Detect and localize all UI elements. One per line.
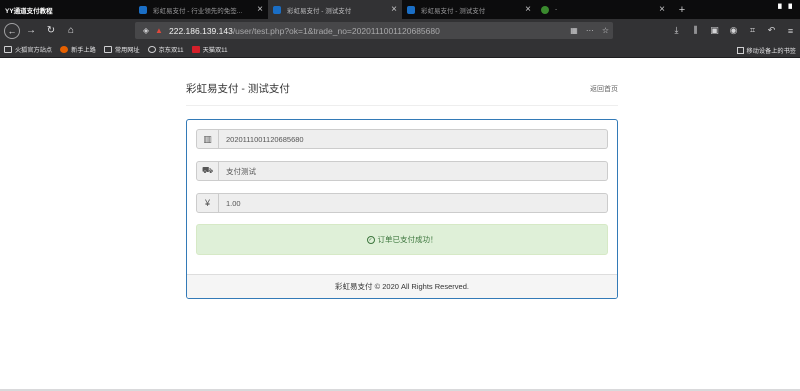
bookmark-label: 常用网址 <box>114 47 140 54</box>
firefox-icon <box>60 46 69 53</box>
tab-yy-tutorial[interactable]: YY通道支付教程 × <box>0 0 134 19</box>
toolbar-right-icons: ⤓ ⫼ ▣ ◉ ⌗ ↶ ≡ <box>667 19 800 42</box>
url-path: /user/test.php?ok=1&trade_no=20201110011… <box>232 25 440 36</box>
tab-blank[interactable]: - × <box>536 0 670 19</box>
folder-icon <box>736 46 744 54</box>
back-home-link[interactable]: 返回首页 <box>590 84 618 94</box>
account-icon[interactable]: ◉ <box>724 25 743 36</box>
tab-list-menu-icon[interactable]: ▘▝ <box>770 0 800 19</box>
tab-strip-spacer <box>694 0 770 19</box>
page-content: 彩虹易支付 - 测试支付 返回首页 ▥ 2020111001120685680 … <box>0 58 800 391</box>
page-actions-icon[interactable]: ··· <box>586 26 594 35</box>
site-favicon-icon <box>139 5 147 14</box>
tab-label: YY通道支付教程 <box>5 7 53 15</box>
close-icon[interactable]: × <box>391 4 397 15</box>
reload-icon[interactable]: ↻ <box>42 22 60 40</box>
site-favicon-icon <box>273 5 281 14</box>
bookmark-tmall-double11[interactable]: 天猫双11 <box>191 45 228 54</box>
trade-no-field[interactable]: 2020111001120685680 <box>219 129 608 149</box>
tab-label: 彩虹易支付 - 行业领先的免签... <box>153 7 243 15</box>
folder-icon <box>4 46 12 53</box>
payment-panel: ▥ 2020111001120685680 ⛟ 支付测试 ¥ 1.00 ✓ 订单… <box>186 119 618 299</box>
panel-footer: 彩虹易支付 © 2020 All Rights Reserved. <box>187 274 617 298</box>
page-header: 彩虹易支付 - 测试支付 返回首页 <box>186 76 618 106</box>
mobile-bookmarks-label: 移动设备上的书签 <box>746 47 797 55</box>
bookmark-label: 京东双11 <box>158 47 184 54</box>
barcode-icon: ▥ <box>196 129 219 149</box>
site-favicon-icon <box>541 5 549 14</box>
site-favicon-icon <box>407 5 415 14</box>
bookmark-common-sites[interactable]: 常用网址 <box>103 45 140 54</box>
bookmark-label: 新手上路 <box>71 47 96 54</box>
back-arrow-icon[interactable]: ← <box>4 22 20 39</box>
success-alert: ✓ 订单已支付成功！ <box>196 224 608 255</box>
close-icon[interactable]: × <box>525 4 531 15</box>
qr-code-icon[interactable]: ▦ <box>570 26 578 35</box>
shield-icon[interactable]: ◈ <box>139 26 153 35</box>
product-name-group: ⛟ 支付测试 <box>196 161 608 181</box>
tab-label: 彩虹易支付 - 测试支付 <box>421 7 486 15</box>
tab-rainbow-home[interactable]: 彩虹易支付 - 行业领先的免签... × <box>134 0 268 19</box>
url-text[interactable]: 222.186.139.143/user/test.php?ok=1&trade… <box>169 26 440 36</box>
page-title: 彩虹易支付 - 测试支付 <box>186 83 290 95</box>
forward-arrow-icon[interactable]: → <box>22 22 40 40</box>
address-bar[interactable]: ◈ ▲ 222.186.139.143/user/test.php?ok=1&t… <box>135 22 613 39</box>
globe-icon <box>147 46 156 53</box>
yen-icon: ¥ <box>196 193 219 213</box>
new-tab-button[interactable]: + <box>670 0 694 19</box>
shopping-cart-icon: ⛟ <box>196 161 219 181</box>
copyright-text: 彩虹易支付 © 2020 All Rights Reserved. <box>335 282 469 291</box>
home-icon[interactable]: ⌂ <box>62 22 80 40</box>
bookmark-label: 天猫双11 <box>202 47 228 54</box>
amount-group: ¥ 1.00 <box>196 193 608 213</box>
screenshot-icon[interactable]: ⌗ <box>743 25 762 36</box>
success-message: 订单已支付成功！ <box>377 235 438 244</box>
amount-field[interactable]: 1.00 <box>219 193 608 213</box>
folder-icon <box>103 46 112 53</box>
tab-test-pay-active[interactable]: 彩虹易支付 - 测试支付 × <box>268 0 402 19</box>
insecure-lock-icon[interactable]: ▲ <box>153 26 165 35</box>
bookmark-jd-double11[interactable]: 京东双11 <box>147 45 184 54</box>
trade-no-group: ▥ 2020111001120685680 <box>196 129 608 149</box>
menu-icon[interactable]: ≡ <box>781 26 800 36</box>
product-name-field[interactable]: 支付测试 <box>219 161 608 181</box>
close-icon[interactable]: × <box>659 4 665 15</box>
tab-strip: YY通道支付教程 × 彩虹易支付 - 行业领先的免签... × 彩虹易支付 - … <box>0 0 800 19</box>
bookmark-label: 火狐官方站点 <box>15 47 53 54</box>
tab-test-pay[interactable]: 彩虹易支付 - 测试支付 × <box>402 0 536 19</box>
url-host: 222.186.139.143 <box>169 25 233 36</box>
bookmark-star-icon[interactable]: ☆ <box>602 26 609 35</box>
navigation-toolbar: ← → ↻ ⌂ ◈ ▲ 222.186.139.143/user/test.ph… <box>0 19 800 42</box>
bookmark-firefox-site[interactable]: 火狐官方站点 <box>4 45 52 54</box>
address-bar-actions: ▦ ··· ☆ <box>570 22 609 39</box>
tab-label: - <box>555 6 558 13</box>
tmall-icon <box>191 46 200 53</box>
library-icon[interactable]: ⫼ <box>686 25 705 36</box>
bookmarks-toolbar: 火狐官方站点 新手上路 常用网址 京东双11 天猫双11 移动设备上的书签 <box>0 42 800 58</box>
tab-label: 彩虹易支付 - 测试支付 <box>287 7 352 15</box>
check-circle-icon: ✓ <box>366 235 375 244</box>
bookmark-getting-started[interactable]: 新手上路 <box>60 45 96 54</box>
undo-icon[interactable]: ↶ <box>762 25 781 36</box>
download-icon[interactable]: ⤓ <box>667 25 686 36</box>
sidebar-icon[interactable]: ▣ <box>705 25 724 36</box>
close-icon[interactable]: × <box>257 4 263 15</box>
mobile-bookmarks[interactable]: 移动设备上的书签 <box>736 42 797 58</box>
